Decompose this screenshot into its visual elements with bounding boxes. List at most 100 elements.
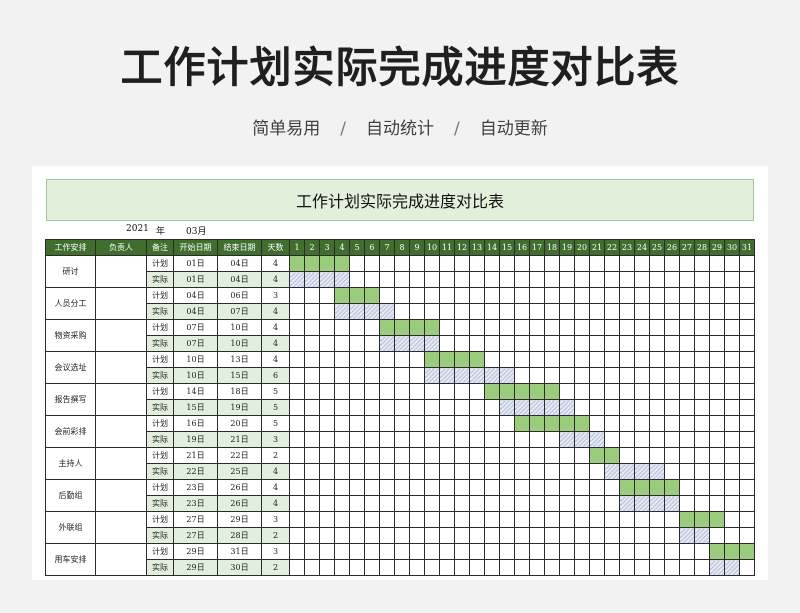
start-date-cell[interactable]: 10日: [173, 367, 218, 384]
note-cell[interactable]: 实际: [146, 367, 174, 384]
start-date-cell[interactable]: 22日: [173, 463, 218, 480]
start-date-cell[interactable]: 29日: [173, 559, 218, 576]
day-cell: [349, 367, 365, 384]
owner-cell[interactable]: [95, 479, 147, 512]
note-cell[interactable]: 计划: [146, 511, 174, 528]
end-date-cell[interactable]: 04日: [217, 271, 262, 288]
day-cell: [724, 495, 740, 512]
task-name-cell[interactable]: 人员分工: [45, 287, 96, 320]
day-cell: [349, 383, 365, 400]
task-name-cell[interactable]: 主持人: [45, 447, 96, 480]
start-date-cell[interactable]: 29日: [173, 543, 218, 560]
note-cell[interactable]: 实际: [146, 527, 174, 544]
task-name-cell[interactable]: 用车安排: [45, 543, 96, 576]
owner-cell[interactable]: [95, 447, 147, 480]
start-date-cell[interactable]: 07日: [173, 319, 218, 336]
end-date-cell[interactable]: 13日: [217, 351, 262, 368]
end-date-cell[interactable]: 26日: [217, 495, 262, 512]
owner-cell[interactable]: [95, 511, 147, 544]
note-cell[interactable]: 实际: [146, 271, 174, 288]
end-date-cell[interactable]: 29日: [217, 511, 262, 528]
start-date-cell[interactable]: 01日: [173, 255, 218, 272]
start-date-cell[interactable]: 16日: [173, 415, 218, 432]
start-date-cell[interactable]: 23日: [173, 479, 218, 496]
start-date-cell[interactable]: 23日: [173, 495, 218, 512]
note-cell[interactable]: 计划: [146, 351, 174, 368]
start-date-cell[interactable]: 19日: [173, 431, 218, 448]
day-cell: [304, 511, 320, 528]
note-cell[interactable]: 实际: [146, 399, 174, 416]
task-name-cell[interactable]: 会议选址: [45, 351, 96, 384]
day-cell: [619, 319, 635, 336]
end-date-cell[interactable]: 21日: [217, 431, 262, 448]
end-date-cell[interactable]: 25日: [217, 463, 262, 480]
owner-cell[interactable]: [95, 351, 147, 384]
note-cell[interactable]: 实际: [146, 335, 174, 352]
note-cell[interactable]: 实际: [146, 303, 174, 320]
year-value[interactable]: 2021: [126, 224, 149, 234]
end-date-cell[interactable]: 07日: [217, 303, 262, 320]
end-date-cell[interactable]: 30日: [217, 559, 262, 576]
owner-cell[interactable]: [95, 287, 147, 320]
days-count-cell: 2: [261, 447, 290, 464]
owner-cell[interactable]: [95, 383, 147, 416]
task-name-cell[interactable]: 研讨: [45, 255, 96, 288]
day-cell: [439, 527, 455, 544]
actual-bar-cell: [694, 527, 710, 544]
day-cell: [349, 479, 365, 496]
day-cell: [409, 399, 425, 416]
end-date-cell[interactable]: 28日: [217, 527, 262, 544]
start-date-cell[interactable]: 15日: [173, 399, 218, 416]
start-date-cell[interactable]: 04日: [173, 287, 218, 304]
note-cell[interactable]: 实际: [146, 431, 174, 448]
month-value[interactable]: 03月: [186, 224, 206, 237]
owner-cell[interactable]: [95, 415, 147, 448]
start-date-cell[interactable]: 07日: [173, 335, 218, 352]
start-date-cell[interactable]: 27日: [173, 511, 218, 528]
start-date-cell[interactable]: 01日: [173, 271, 218, 288]
task-name-cell[interactable]: 报告撰写: [45, 383, 96, 416]
note-cell[interactable]: 计划: [146, 287, 174, 304]
day-cell: [439, 463, 455, 480]
note-cell[interactable]: 计划: [146, 447, 174, 464]
owner-cell[interactable]: [95, 319, 147, 352]
end-date-cell[interactable]: 15日: [217, 367, 262, 384]
owner-cell[interactable]: [95, 543, 147, 576]
note-cell[interactable]: 计划: [146, 415, 174, 432]
end-date-cell[interactable]: 04日: [217, 255, 262, 272]
day-cell: [319, 543, 335, 560]
day-cell: [739, 319, 755, 336]
end-date-cell[interactable]: 10日: [217, 319, 262, 336]
start-date-cell[interactable]: 04日: [173, 303, 218, 320]
day-cell: [484, 335, 500, 352]
note-cell[interactable]: 实际: [146, 495, 174, 512]
day-cell: [529, 463, 545, 480]
end-date-cell[interactable]: 19日: [217, 399, 262, 416]
end-date-cell[interactable]: 18日: [217, 383, 262, 400]
day-cell: [619, 447, 635, 464]
start-date-cell[interactable]: 21日: [173, 447, 218, 464]
owner-cell[interactable]: [95, 255, 147, 288]
task-name-cell[interactable]: 外联组: [45, 511, 96, 544]
end-date-cell[interactable]: 26日: [217, 479, 262, 496]
note-cell[interactable]: 实际: [146, 463, 174, 480]
actual-bar-cell: [394, 335, 410, 352]
note-cell[interactable]: 实际: [146, 559, 174, 576]
end-date-cell[interactable]: 06日: [217, 287, 262, 304]
task-name-cell[interactable]: 后勤组: [45, 479, 96, 512]
note-cell[interactable]: 计划: [146, 543, 174, 560]
note-cell[interactable]: 计划: [146, 383, 174, 400]
start-date-cell[interactable]: 27日: [173, 527, 218, 544]
task-name-cell[interactable]: 物资采购: [45, 319, 96, 352]
note-cell[interactable]: 计划: [146, 319, 174, 336]
end-date-cell[interactable]: 10日: [217, 335, 262, 352]
note-cell[interactable]: 计划: [146, 255, 174, 272]
end-date-cell[interactable]: 22日: [217, 447, 262, 464]
end-date-cell[interactable]: 20日: [217, 415, 262, 432]
end-date-cell[interactable]: 31日: [217, 543, 262, 560]
start-date-cell[interactable]: 14日: [173, 383, 218, 400]
note-cell[interactable]: 计划: [146, 479, 174, 496]
start-date-cell[interactable]: 10日: [173, 351, 218, 368]
task-name-cell[interactable]: 会前彩排: [45, 415, 96, 448]
day-cell: [364, 431, 380, 448]
